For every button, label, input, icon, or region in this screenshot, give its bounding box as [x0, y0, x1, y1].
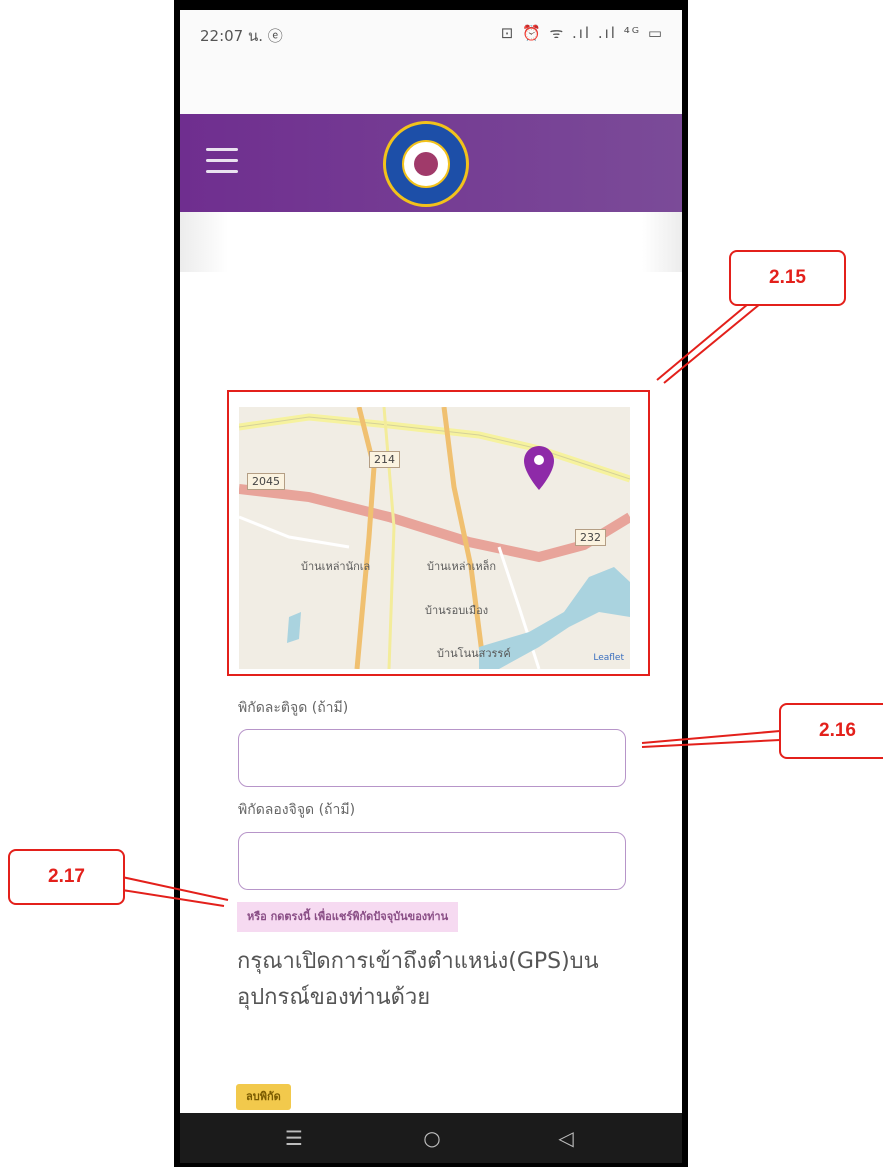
- callout-leader-lines: [121, 303, 781, 907]
- callout-2-16: 2.16: [779, 703, 883, 759]
- callout-2-15: 2.15: [729, 250, 846, 306]
- callout-2-17: 2.17: [8, 849, 125, 905]
